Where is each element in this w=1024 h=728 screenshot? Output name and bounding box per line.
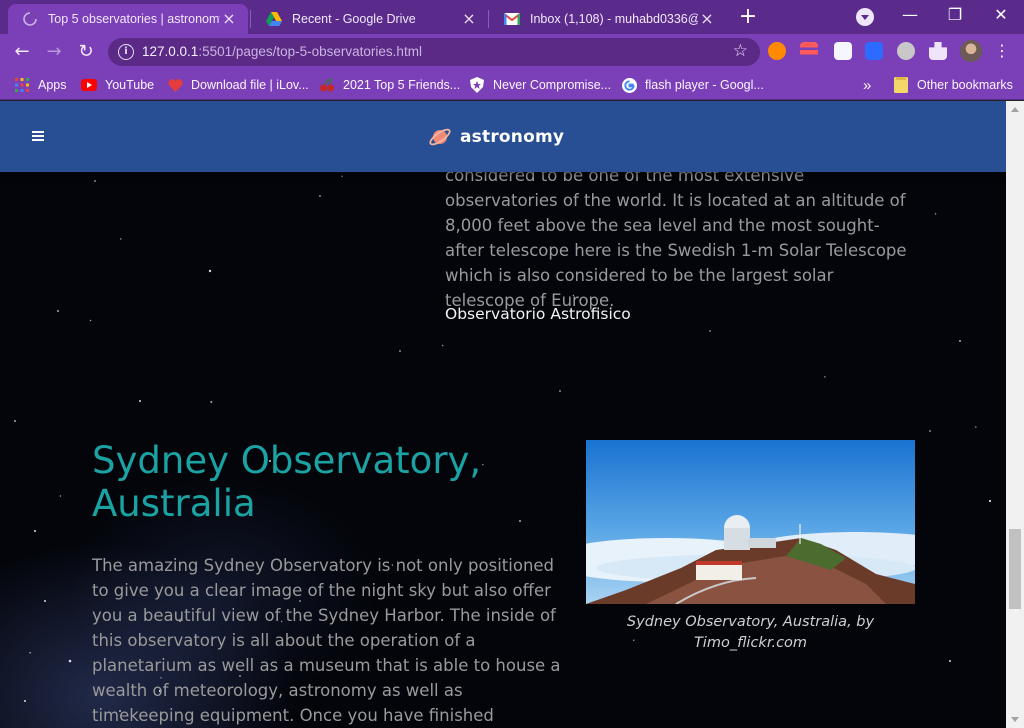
bookmark-label: Apps xyxy=(38,78,67,92)
apps-grid-icon xyxy=(14,77,30,93)
extension-infinity-icon[interactable] xyxy=(768,42,786,60)
bookmark-download-file[interactable]: Download file | iLov... xyxy=(167,75,309,95)
extension-screen-icon[interactable] xyxy=(865,42,883,60)
tab-separator xyxy=(488,10,489,28)
other-bookmarks-folder[interactable]: Other bookmarks xyxy=(893,75,1013,95)
cherries-icon xyxy=(319,77,335,93)
close-window-button[interactable]: ✕ xyxy=(986,4,1016,26)
close-tab-icon[interactable]: × xyxy=(220,10,238,28)
url-text: 127.0.0.1:5501/pages/top-5-observatories… xyxy=(142,44,422,59)
minimize-button[interactable]: — xyxy=(895,4,925,26)
back-icon[interactable]: ← xyxy=(11,41,33,63)
site-header: astronomy xyxy=(0,101,1006,172)
page-viewport: astronomy considered to be one of the mo… xyxy=(0,101,1006,728)
bookmark-label: Download file | iLov... xyxy=(191,78,309,92)
scroll-up-icon[interactable] xyxy=(1011,107,1019,112)
site-brand[interactable]: astronomy xyxy=(428,123,564,151)
page-scrollbar[interactable] xyxy=(1006,101,1024,728)
bookmark-label: Never Compromise... xyxy=(493,78,612,92)
bookmark-star-icon[interactable]: ☆ xyxy=(733,41,748,61)
loading-globe-icon xyxy=(22,11,38,27)
browser-menu-icon[interactable]: ⋮ xyxy=(994,42,1010,62)
restore-button[interactable]: ❐ xyxy=(940,4,970,26)
bookmarks-overflow-button[interactable]: » xyxy=(863,75,871,95)
bookmark-flash-player[interactable]: flash player - Googl... xyxy=(621,75,764,95)
profile-avatar[interactable] xyxy=(960,40,982,62)
bookmark-apps[interactable]: Apps xyxy=(14,75,67,95)
new-tab-button[interactable]: + xyxy=(736,6,760,30)
tab-title: Inbox (1,108) - muhabd0336@gmail.com xyxy=(530,12,698,26)
bookmark-label: Other bookmarks xyxy=(917,78,1013,92)
folder-icon xyxy=(893,77,909,93)
bookmark-never-compromise[interactable]: Never Compromise... xyxy=(469,75,611,95)
extension-globe-icon[interactable] xyxy=(897,42,915,60)
site-info-icon[interactable]: i xyxy=(118,44,134,60)
heart-icon xyxy=(167,77,183,93)
bookmarks-bar: Apps YouTube Download file | iLov... 202… xyxy=(0,70,1024,100)
observatory-photo xyxy=(586,440,915,604)
extension-stripes-icon[interactable] xyxy=(800,42,818,60)
tab-title: Recent - Google Drive xyxy=(292,12,416,26)
address-bar[interactable]: i 127.0.0.1:5501/pages/top-5-observatori… xyxy=(108,38,760,66)
forward-icon[interactable]: → xyxy=(43,41,65,63)
section-title: Sydney Observatory, Australia xyxy=(92,439,482,525)
section-paragraph: The amazing Sydney Observatory is not on… xyxy=(92,556,561,725)
reload-icon[interactable]: ↻ xyxy=(75,41,97,63)
tab-gmail-inbox[interactable]: Inbox (1,108) - muhabd0336@gmail.com × xyxy=(490,4,726,34)
google-drive-icon xyxy=(266,11,282,27)
extension-cloud-icon[interactable] xyxy=(834,42,852,60)
bookmark-label: 2021 Top 5 Friends... xyxy=(343,78,461,92)
tab-top-5-observatories[interactable]: Top 5 observatories | astronomy × xyxy=(8,4,248,34)
menu-hamburger-icon[interactable] xyxy=(32,131,44,141)
bookmark-label: flash player - Googl... xyxy=(645,78,764,92)
close-tab-icon[interactable]: × xyxy=(698,10,716,28)
tab-search-icon[interactable] xyxy=(856,8,874,26)
scrollbar-thumb[interactable] xyxy=(1009,529,1021,609)
image-caption: Sydney Observatory, Australia, by Timo_f… xyxy=(626,614,875,651)
tab-separator xyxy=(250,10,251,28)
close-tab-icon[interactable]: × xyxy=(460,10,478,28)
bookmark-top-5-friends[interactable]: 2021 Top 5 Friends... xyxy=(319,75,460,95)
brand-name: astronomy xyxy=(460,127,565,147)
bookmark-label: YouTube xyxy=(105,78,155,92)
google-icon xyxy=(621,77,637,93)
bookmark-youtube[interactable]: YouTube xyxy=(81,75,154,95)
scroll-down-icon[interactable] xyxy=(1011,717,1019,722)
planet-logo-icon xyxy=(429,128,451,146)
shield-star-icon xyxy=(469,77,485,93)
gmail-icon xyxy=(504,11,520,27)
tab-title: Top 5 observatories | astronomy xyxy=(48,12,220,26)
tab-strip: Top 5 observatories | astronomy × Recent… xyxy=(0,0,1024,34)
youtube-icon xyxy=(81,77,97,93)
previous-section-paragraph: considered to be one of the most extensi… xyxy=(445,166,907,310)
previous-image-caption: Observatorio Astrofisico xyxy=(445,305,631,323)
tab-google-drive[interactable]: Recent - Google Drive × xyxy=(252,4,488,34)
